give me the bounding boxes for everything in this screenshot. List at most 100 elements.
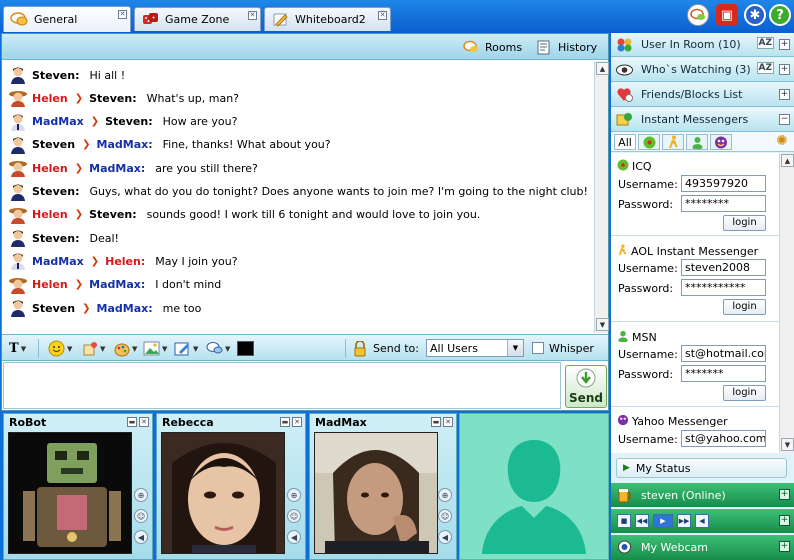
play-icon[interactable]: ▶ bbox=[653, 514, 673, 528]
message-sender[interactable]: Steven bbox=[32, 138, 75, 151]
scroll-down-icon[interactable]: ▼ bbox=[596, 318, 609, 331]
expand-icon[interactable]: + bbox=[779, 39, 790, 50]
message-recipient[interactable]: MadMax: bbox=[89, 278, 145, 291]
close-icon[interactable]: ✕ bbox=[139, 417, 149, 427]
message-recipient[interactable]: Steven: bbox=[89, 92, 137, 105]
message-sender[interactable]: Steven: bbox=[32, 69, 80, 82]
icq-flower-icon[interactable] bbox=[638, 134, 660, 150]
image-icon[interactable]: ▼ bbox=[143, 340, 167, 357]
zoom-icon[interactable]: ⊕ bbox=[287, 488, 301, 502]
expand-icon[interactable]: + bbox=[779, 64, 790, 75]
user-icon[interactable]: ☺ bbox=[287, 509, 301, 523]
user-icon[interactable]: ☺ bbox=[134, 509, 148, 523]
color-palette-icon[interactable]: ▼ bbox=[114, 340, 137, 357]
tab-general[interactable]: General ✕ bbox=[3, 6, 131, 32]
scroll-down-icon[interactable]: ▼ bbox=[781, 438, 794, 451]
speaker-icon[interactable]: ◀ bbox=[287, 530, 301, 544]
send-to-select[interactable]: All Users ▼ bbox=[426, 339, 524, 357]
my-webcam-header[interactable]: My Webcam + bbox=[611, 535, 794, 560]
message-sender[interactable]: Helen bbox=[32, 278, 68, 291]
scroll-up-icon[interactable]: ▲ bbox=[596, 62, 609, 75]
settings-gear-icon[interactable]: ✺ bbox=[776, 133, 788, 149]
aol-username-field[interactable]: steven2008 bbox=[681, 259, 766, 276]
yahoo-username-field[interactable]: st@yahoo.com bbox=[681, 430, 766, 447]
stop-icon[interactable]: ■ bbox=[617, 514, 631, 528]
message-recipient[interactable]: MadMax: bbox=[97, 302, 153, 315]
chevron-down-icon[interactable]: ▼ bbox=[507, 340, 523, 356]
close-icon[interactable]: ✕ bbox=[443, 417, 453, 427]
close-icon[interactable]: ✕ bbox=[378, 11, 387, 20]
tab-game-zone[interactable]: Game Zone ✕ bbox=[134, 7, 261, 31]
speaker-icon[interactable]: ◀ bbox=[695, 514, 709, 528]
icq-login-button[interactable]: login bbox=[723, 215, 766, 231]
msn-username-field[interactable]: st@hotmail.com bbox=[681, 345, 766, 362]
msn-login-button[interactable]: login bbox=[723, 385, 766, 401]
dice-icon[interactable]: ▣ bbox=[716, 4, 738, 26]
message-sender[interactable]: MadMax bbox=[32, 115, 84, 128]
edit-icon[interactable]: ▼ bbox=[174, 340, 198, 357]
tab-whiteboard[interactable]: Whiteboard2 ✕ bbox=[264, 7, 391, 31]
gear-icon[interactable]: ✱ bbox=[744, 4, 766, 26]
message-sender[interactable]: Steven: bbox=[32, 232, 80, 245]
aol-running-man-icon[interactable] bbox=[662, 134, 684, 150]
expand-icon[interactable]: + bbox=[779, 515, 790, 526]
effects-icon[interactable]: ▼ bbox=[82, 340, 105, 357]
minimize-icon[interactable]: ▬ bbox=[280, 417, 290, 427]
instant-messengers-header[interactable]: Instant Messengers − bbox=[611, 108, 794, 132]
message-sender[interactable]: Steven bbox=[32, 302, 75, 315]
send-button[interactable]: Send bbox=[565, 365, 607, 408]
message-sender[interactable]: Helen bbox=[32, 162, 68, 175]
speaker-icon[interactable]: ◀ bbox=[438, 530, 452, 544]
expand-icon[interactable]: + bbox=[779, 489, 790, 500]
chat-bubble-icon[interactable] bbox=[687, 4, 709, 26]
friends-blocks-header[interactable]: Friends/Blocks List + bbox=[611, 83, 794, 107]
close-icon[interactable]: ✕ bbox=[118, 10, 127, 19]
speech-icon[interactable]: ▼ bbox=[206, 340, 230, 357]
whisper-checkbox[interactable] bbox=[532, 342, 544, 354]
skip-back-icon[interactable]: ◀◀ bbox=[635, 514, 649, 528]
message-recipient[interactable]: Helen: bbox=[105, 255, 145, 268]
whos-watching-header[interactable]: Who`s Watching (3) AZ + bbox=[611, 58, 794, 82]
close-icon[interactable]: ✕ bbox=[292, 417, 302, 427]
expand-icon[interactable]: + bbox=[779, 89, 790, 100]
zoom-icon[interactable]: ⊕ bbox=[438, 488, 452, 502]
smiley-icon[interactable]: ▼ bbox=[48, 340, 72, 357]
close-icon[interactable]: ✕ bbox=[248, 11, 257, 20]
message-input[interactable] bbox=[3, 362, 561, 409]
speaker-icon[interactable]: ◀ bbox=[134, 530, 148, 544]
collapse-icon[interactable]: − bbox=[779, 114, 790, 125]
msn-buddy-icon[interactable] bbox=[686, 134, 708, 150]
im-tab-all[interactable]: All bbox=[614, 134, 636, 150]
history-button[interactable]: History bbox=[535, 38, 597, 56]
user-in-room-header[interactable]: User In Room (10) AZ + bbox=[611, 33, 794, 57]
sort-az-icon[interactable]: AZ bbox=[756, 62, 774, 74]
im-list-scrollbar[interactable]: ▲ ▼ bbox=[779, 153, 794, 453]
message-recipient[interactable]: MadMax: bbox=[89, 162, 145, 175]
expand-icon[interactable]: + bbox=[779, 541, 790, 552]
rooms-button[interactable]: Rooms bbox=[462, 38, 522, 56]
msn-password-field[interactable]: ******* bbox=[681, 365, 766, 382]
help-icon[interactable]: ? bbox=[769, 4, 791, 26]
text-color-swatch[interactable] bbox=[237, 341, 254, 356]
message-sender[interactable]: Helen bbox=[32, 208, 68, 221]
my-status-button[interactable]: ▶ My Status bbox=[616, 458, 787, 478]
sort-az-icon[interactable]: AZ bbox=[756, 37, 774, 49]
font-icon[interactable]: T ▼ bbox=[9, 340, 26, 357]
message-sender[interactable]: MadMax bbox=[32, 255, 84, 268]
message-sender[interactable]: Steven: bbox=[32, 185, 80, 198]
skip-forward-icon[interactable]: ▶▶ bbox=[677, 514, 691, 528]
icq-password-field[interactable]: ******** bbox=[681, 195, 766, 212]
message-recipient[interactable]: Steven: bbox=[89, 208, 137, 221]
aol-password-field[interactable]: *********** bbox=[681, 279, 766, 296]
user-icon[interactable]: ☺ bbox=[438, 509, 452, 523]
yahoo-messenger-icon[interactable] bbox=[710, 134, 732, 150]
icq-username-field[interactable]: 493597920 bbox=[681, 175, 766, 192]
message-recipient[interactable]: MadMax: bbox=[97, 138, 153, 151]
message-recipient[interactable]: Steven: bbox=[105, 115, 153, 128]
aol-login-button[interactable]: login bbox=[723, 299, 766, 315]
zoom-icon[interactable]: ⊕ bbox=[134, 488, 148, 502]
chat-scrollbar[interactable]: ▲ ▼ bbox=[594, 61, 609, 333]
minimize-icon[interactable]: ▬ bbox=[431, 417, 441, 427]
scroll-up-icon[interactable]: ▲ bbox=[781, 154, 794, 167]
online-user-header[interactable]: steven (Online) + bbox=[611, 483, 794, 507]
